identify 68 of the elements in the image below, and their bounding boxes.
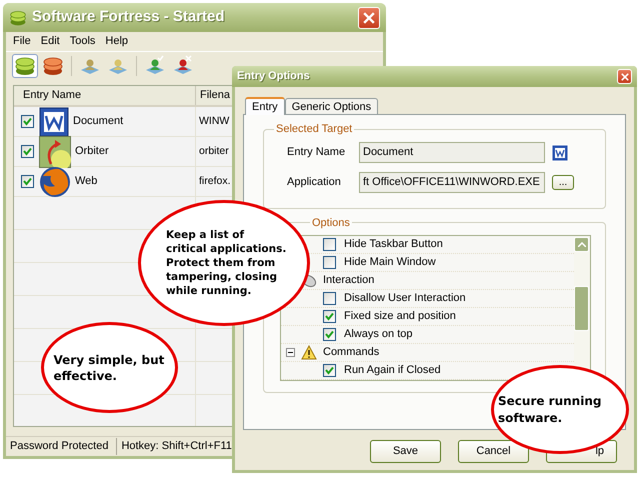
callout-text: Secure running software. [498,392,602,426]
menu-item[interactable]: Help [100,33,134,50]
document-icon [39,106,69,136]
menu-item[interactable]: Edit [36,33,65,50]
close-button[interactable] [617,69,632,84]
close-icon [620,72,628,80]
option-label: Run Again if Closed [344,363,441,378]
user-block-icon [172,54,194,76]
window-title: Software Fortress - Started [32,7,226,28]
option-label: Hide Main Window [344,255,436,270]
text-field[interactable]: ft Office\OFFICE11\WINWORD.EXE [359,172,545,193]
checkmark-icon [23,177,32,186]
callout-text: Keep a list of critical applications. Protect them from tampering, closing while running. [165,228,288,298]
menu-item[interactable]: File [8,33,36,50]
checkbox[interactable] [323,328,336,341]
dialog-button[interactable]: Save [370,440,441,463]
checkmark-icon [23,117,32,126]
entry-name: Web [75,174,98,190]
document-icon [552,144,568,160]
tab[interactable]: Entry [245,97,285,115]
layers-icon [14,54,36,76]
browse-button[interactable]: ... [552,175,574,190]
dialog-title: Entry Options [237,69,311,84]
option-label: Always on top [344,327,412,342]
entry-name: Document [73,114,124,130]
checkbox[interactable] [323,292,336,305]
minus-icon [288,350,293,355]
entry-name: Orbiter [75,144,109,160]
close-button[interactable] [358,6,380,28]
checkbox[interactable] [21,145,34,158]
checkbox[interactable] [323,256,336,269]
checkmark-icon [325,366,334,375]
checkbox[interactable] [323,238,336,251]
expander[interactable] [286,348,295,357]
checkbox[interactable] [323,364,336,377]
status-text: Hotkey: Shift+Ctrl+F11 [120,439,233,454]
group-label: Commands [323,345,380,360]
option-label: Hide Taskbar Button [344,237,443,252]
option-label: Fixed size and position [344,309,456,324]
field-label: Entry Name [286,145,346,160]
column-header[interactable]: Entry Name [14,86,196,105]
toolbar-button[interactable] [12,54,38,78]
field-label: Application [286,175,342,190]
status-text: Password Protected [6,438,118,455]
group-label: Interaction [323,273,374,288]
dialog-button[interactable]: Cancel [458,440,529,463]
menu-item[interactable]: Tools [64,33,100,50]
group-title: Options [311,216,351,230]
file-name: WINW [199,114,230,129]
group-title: Selected Target [275,122,354,137]
user-check-icon [144,54,166,76]
globe-icon [39,166,71,198]
option-label: Disallow User Interaction [344,291,466,306]
checkbox[interactable] [323,310,336,323]
file-name: orbiter [199,144,229,159]
column-header[interactable]: Filena [196,86,232,105]
warning-icon [301,345,317,360]
layers-icon [42,54,64,76]
tab[interactable]: Generic Options [284,98,378,114]
checkmark-icon [23,147,32,156]
callout-text: Very simple, but effective. [54,352,166,384]
file-name: firefox. [199,174,231,189]
close-icon [363,12,375,24]
scrollbar-thumb[interactable] [574,286,589,331]
text-field[interactable]: Document [359,142,545,163]
checkbox[interactable] [21,115,34,128]
checkbox[interactable] [21,175,34,188]
app-icon [9,8,27,26]
